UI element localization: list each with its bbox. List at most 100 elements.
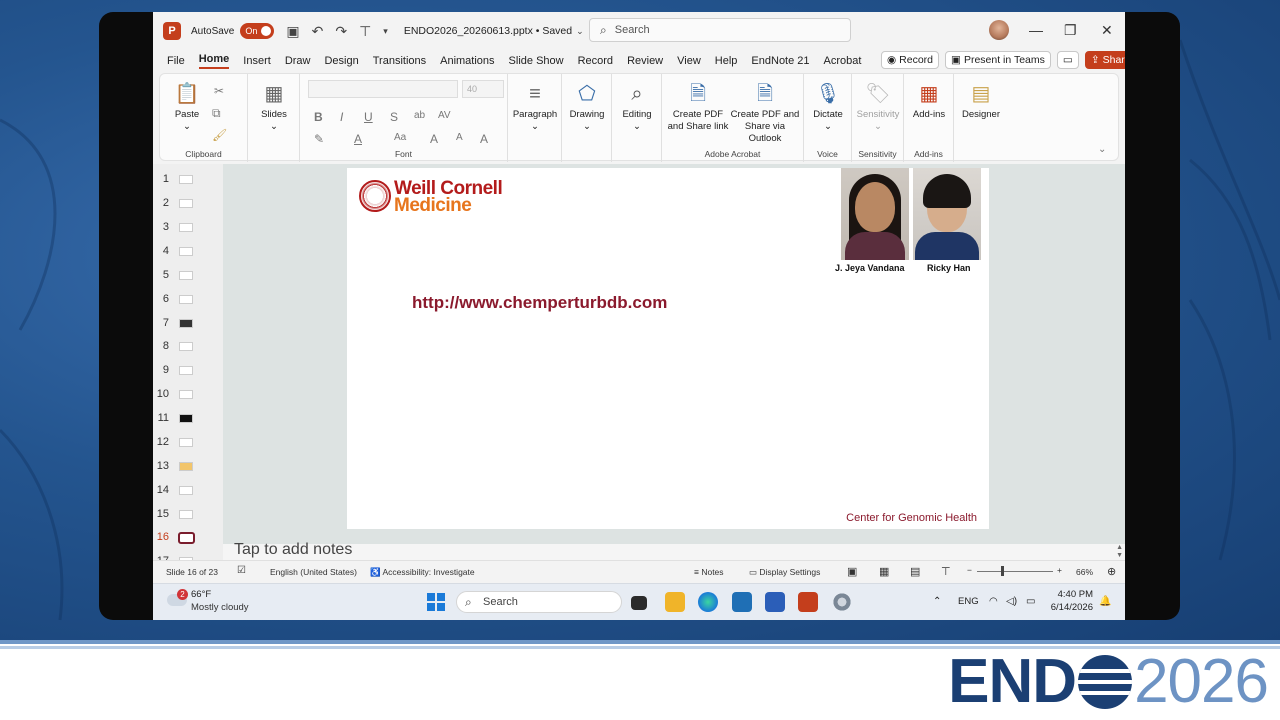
tab-endnote[interactable]: EndNote 21 <box>751 55 809 67</box>
tab-draw[interactable]: Draw <box>285 55 311 67</box>
slide-thumbnail[interactable]: 11 <box>153 409 223 429</box>
current-slide[interactable]: Weill Cornell Medicine J. Jeya Vandana R… <box>347 168 989 529</box>
tab-transitions[interactable]: Transitions <box>373 55 426 67</box>
slide-thumbnail[interactable]: 9 <box>153 361 223 381</box>
customize-qat-icon[interactable]: ▾ <box>383 26 388 37</box>
slide-sorter-icon[interactable]: ▦ <box>879 565 889 578</box>
tab-record[interactable]: Record <box>578 55 613 67</box>
language-status[interactable]: English (United States) <box>270 567 357 577</box>
tab-file[interactable]: File <box>167 55 185 67</box>
record-button[interactable]: ◉ Record <box>881 51 940 69</box>
tab-insert[interactable]: Insert <box>243 55 271 67</box>
present-icon[interactable]: ⊤ <box>359 23 371 40</box>
minimize-icon[interactable]: — <box>1029 22 1043 38</box>
volume-icon[interactable]: ◁) <box>1006 596 1017 607</box>
slide-thumbnail-active[interactable]: 16 <box>153 528 223 548</box>
slide-thumbnail[interactable]: 1 <box>153 170 223 190</box>
zoom-level[interactable]: 66% <box>1076 567 1093 577</box>
paste-button[interactable]: 📋 Paste ⌄ <box>170 82 204 133</box>
slide-thumbnail[interactable]: 10 <box>153 385 223 405</box>
slide-thumbnail[interactable]: 15 <box>153 505 223 525</box>
notes-scroll-arrows[interactable]: ▲ ▼ <box>1116 544 1123 560</box>
create-pdf-outlook-button[interactable]: 🗎 Create PDF and Share via Outlook <box>728 82 802 145</box>
zoom-in-icon[interactable]: + <box>1057 565 1062 575</box>
highlight-icon[interactable]: ✎ <box>314 132 324 146</box>
sensitivity-button[interactable]: 🏷 Sensitivity ⌄ <box>854 82 902 133</box>
person-photo-2[interactable] <box>913 168 981 260</box>
display-settings-button[interactable]: ▭ Display Settings <box>749 567 820 578</box>
strikethrough-icon[interactable]: S <box>390 110 398 124</box>
tab-design[interactable]: Design <box>324 55 358 67</box>
tab-acrobat[interactable]: Acrobat <box>824 55 862 67</box>
italic-icon[interactable]: I <box>340 110 343 124</box>
copy-icon[interactable]: ⧉ <box>212 106 221 121</box>
windows-start-icon[interactable] <box>427 593 445 611</box>
search-input[interactable]: ⌕ Search <box>589 18 851 42</box>
editing-button[interactable]: ⌕ Editing ⌄ <box>614 82 660 133</box>
person-caption-1[interactable]: J. Jeya Vandana <box>835 263 905 273</box>
slide-thumbnail[interactable]: 3 <box>153 218 223 238</box>
undo-icon[interactable]: ↶ <box>312 23 324 40</box>
cut-icon[interactable]: ✂ <box>214 84 224 98</box>
create-pdf-share-link-button[interactable]: 🗎 Create PDF and Share link <box>666 82 730 133</box>
slide-thumbnail[interactable]: 6 <box>153 290 223 310</box>
autosave-toggle[interactable]: On <box>240 23 275 39</box>
redo-icon[interactable]: ↷ <box>335 23 347 40</box>
slide-footer-text[interactable]: Center for Genomic Health <box>846 512 977 524</box>
wifi-icon[interactable]: ◠ <box>989 596 998 607</box>
normal-view-icon[interactable]: ▣ <box>847 565 857 578</box>
text-effects-icon[interactable]: Aa <box>394 132 406 143</box>
battery-icon[interactable]: ▭ <box>1026 596 1035 607</box>
addins-button[interactable]: ▦ Add-ins <box>906 82 952 121</box>
notes-button[interactable]: ≡ Notes <box>694 567 724 577</box>
reading-view-icon[interactable]: ▤ <box>910 565 920 578</box>
fit-slide-icon[interactable]: ⊕ <box>1107 565 1116 578</box>
collapse-ribbon-icon[interactable]: ⌄ <box>1098 144 1106 155</box>
decrease-font-icon[interactable]: A <box>456 132 463 143</box>
underline-icon[interactable]: U <box>364 110 373 124</box>
share-button[interactable]: ⇪Share▾ <box>1084 51 1125 69</box>
tab-help[interactable]: Help <box>715 55 738 67</box>
font-color-icon[interactable]: A <box>354 132 362 146</box>
slide-thumbnail[interactable]: 7 <box>153 314 223 334</box>
temperature[interactable]: 66°F <box>191 589 211 600</box>
file-explorer-icon[interactable] <box>665 592 685 612</box>
slide-thumbnail[interactable]: 5 <box>153 266 223 286</box>
weather-text[interactable]: Mostly cloudy <box>191 602 249 613</box>
slide-thumbnail[interactable]: 8 <box>153 337 223 357</box>
notes-pane[interactable]: Tap to add notes ▲ ▼ <box>223 541 1125 560</box>
store-icon[interactable] <box>732 592 752 612</box>
comments-button[interactable]: ▭ <box>1056 51 1079 69</box>
format-painter-icon[interactable]: 🖌 <box>212 128 227 142</box>
accessibility-status[interactable]: ♿ Accessibility: Investigate <box>370 567 475 578</box>
zoom-slider-thumb[interactable] <box>1001 566 1004 576</box>
edge-icon[interactable] <box>698 592 718 612</box>
slide-thumbnail[interactable]: 2 <box>153 194 223 214</box>
bold-icon[interactable]: B <box>314 110 323 124</box>
word-icon[interactable] <box>765 592 785 612</box>
font-family-select[interactable] <box>308 80 458 98</box>
tab-animations[interactable]: Animations <box>440 55 494 67</box>
tray-overflow-icon[interactable]: ⌃ <box>933 596 941 607</box>
spell-check-icon[interactable]: ☑ <box>237 565 246 576</box>
chevron-down-icon[interactable]: ⌄ <box>576 26 584 37</box>
restore-icon[interactable]: ❐ <box>1064 22 1077 39</box>
slide-thumbnail[interactable]: 12 <box>153 433 223 453</box>
paragraph-button[interactable]: ≡ Paragraph ⌄ <box>510 82 560 133</box>
slide-thumbnail[interactable]: 4 <box>153 242 223 262</box>
slideshow-view-icon[interactable]: ⊤ <box>941 565 951 578</box>
tab-slide-show[interactable]: Slide Show <box>509 55 564 67</box>
change-case-icon[interactable]: AV <box>438 110 451 121</box>
user-avatar[interactable] <box>989 20 1009 40</box>
task-view-icon[interactable] <box>631 596 647 610</box>
zoom-out-icon[interactable]: − <box>967 565 972 575</box>
tab-view[interactable]: View <box>677 55 701 67</box>
dictate-button[interactable]: 🎙 Dictate ⌄ <box>806 82 850 133</box>
powerpoint-taskbar-icon[interactable] <box>798 592 818 612</box>
notification-icon[interactable]: 🔔 <box>1099 596 1111 607</box>
slide-thumbnail[interactable]: 13 <box>153 457 223 477</box>
tab-review[interactable]: Review <box>627 55 663 67</box>
document-title[interactable]: ENDO2026_20260613.pptx • Saved <box>404 25 572 37</box>
slides-button[interactable]: ▦ Slides ⌄ <box>252 82 296 133</box>
designer-button[interactable]: ▤ Designer <box>956 82 1006 121</box>
